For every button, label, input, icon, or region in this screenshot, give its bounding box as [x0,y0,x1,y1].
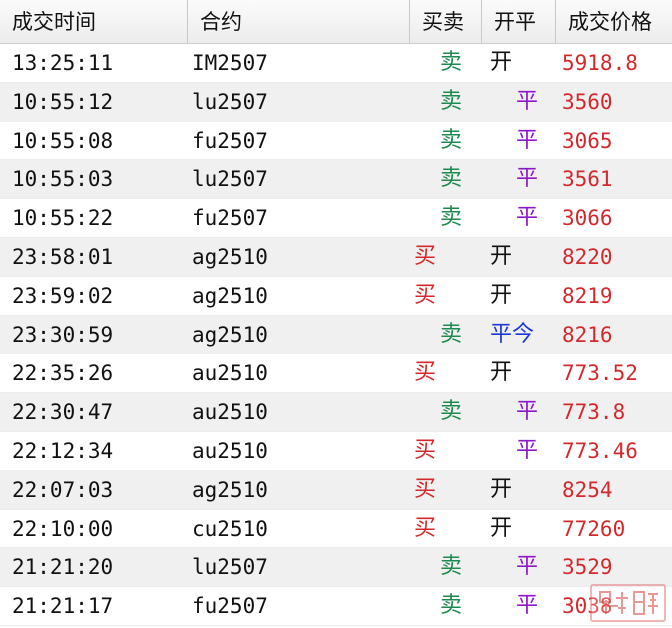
open-close-flag: 平 [516,593,539,619]
trade-price: 773.52 [562,361,638,386]
table-row[interactable]: 21:21:20 lu2507 卖 平 3529 [0,548,672,588]
table-row[interactable]: 23:58:01 ag2510 买 开 8220 [0,237,672,277]
trade-time: 22:10:00 [12,516,114,541]
column-header-buy-sell[interactable]: 买卖 [410,0,482,44]
contract-code: lu2507 [192,555,268,580]
trade-time: 22:12:34 [12,438,114,463]
trade-time: 10:55:22 [12,206,114,231]
open-close-flag: 开 [490,360,513,386]
column-header-price[interactable]: 成交价格 [556,0,672,44]
table-row[interactable]: 10:55:03 lu2507 卖 平 3561 [0,160,672,200]
buy-sell-flag: 卖 [440,88,463,114]
column-header-open-close[interactable]: 开平 [482,0,556,44]
contract-code: ag2510 [192,477,268,502]
contract-code: lu2507 [192,89,268,114]
open-close-flag: 开 [490,243,513,269]
trade-time: 22:35:26 [12,361,114,386]
trade-time: 10:55:03 [12,167,114,192]
open-close-flag: 平 [516,205,539,231]
trade-time: 23:59:02 [12,283,114,308]
table-row[interactable]: 22:35:26 au2510 买 开 773.52 [0,354,672,394]
contract-code: cu2510 [192,516,268,541]
trade-price: 3529 [562,555,613,580]
buy-sell-flag: 买 [414,243,437,269]
buy-sell-flag: 买 [414,515,437,541]
buy-sell-flag: 买 [414,282,437,308]
contract-code: IM2507 [192,51,268,75]
contract-code: ag2510 [192,244,268,269]
trade-price: 8220 [562,244,613,269]
trade-price: 773.8 [562,400,626,425]
contract-code: au2510 [192,361,268,386]
buy-sell-flag: 卖 [440,399,463,425]
column-header-time[interactable]: 成交时间 [0,0,188,44]
table-row[interactable]: 13:25:11 IM2507 卖 开 5918.8 [0,44,672,83]
buy-sell-flag: 卖 [440,554,463,580]
open-close-flag: 平 [516,399,539,425]
trade-price: 5918.8 [562,51,638,75]
open-close-flag: 开 [490,282,513,308]
table-row[interactable]: 22:12:34 au2510 买 平 773.46 [0,432,672,471]
trade-price: 3066 [562,206,613,231]
contract-code: fu2507 [192,206,268,231]
table-row[interactable]: 22:30:47 au2510 卖 平 773.8 [0,393,672,432]
table-row[interactable]: 21:21:17 fu2507 卖平 3038 [0,587,672,626]
table-row[interactable]: 22:07:03 ag2510 买 开 8254 [0,470,672,510]
open-close-flag: 平 [516,127,539,153]
table-row[interactable]: 23:30:59 ag2510 卖 平今 8216 [0,315,672,355]
table-row[interactable]: 10:55:08 fu2507 卖 平 3065 [0,122,672,161]
trade-time: 23:30:59 [12,322,114,347]
open-close-flag: 平 [516,166,539,192]
buy-sell-flag: 买 [414,437,437,463]
trade-price: 8216 [562,322,613,347]
buy-sell-flag: 卖 [440,321,463,347]
contract-code: ag2510 [192,283,268,308]
trade-time: 13:25:11 [12,51,114,75]
open-close-flag: 开 [490,476,513,502]
buy-sell-flag: 卖 [440,205,463,231]
trade-price: 8219 [562,283,613,308]
open-close-flag: 平今 [490,321,535,347]
table-row[interactable]: 10:55:22 fu2507 卖 平 3066 [0,199,672,238]
trade-price: 8254 [562,477,613,502]
open-close-flag: 开 [490,50,513,75]
table-header: 成交时间 合约 买卖 开平 成交价格 [0,0,672,44]
trade-time: 21:21:20 [12,555,114,580]
stamp-logo-icon [590,584,666,622]
trade-price: 3065 [562,128,613,153]
trade-price: 77260 [562,516,626,541]
buy-sell-flag: 买 [414,476,437,502]
column-header-contract[interactable]: 合约 [188,0,410,44]
trade-time: 21:21:17 [12,594,114,619]
trade-time: 10:55:08 [12,128,114,153]
table-row[interactable]: 10:55:12 lu2507 卖 平 3560 [0,82,672,122]
trade-time: 23:58:01 [12,244,114,269]
contract-code: fu2507 [192,128,268,153]
buy-sell-flag: 卖 [440,593,463,619]
trade-records-table: 成交时间 合约 买卖 开平 成交价格 13:25:11 IM2507 卖开 5918.… [0,0,672,626]
table-row[interactable]: 22:10:00 cu2510 买 开 77260 [0,510,672,549]
trade-price: 3560 [562,89,613,114]
trade-time: 10:55:12 [12,89,114,114]
table-body: 13:25:11 IM2507 卖开 5918.8 10:55:12 lu2507 卖平 35… [0,44,672,626]
trade-price: 773.46 [562,438,638,463]
contract-code: ag2510 [192,322,268,347]
contract-code: au2510 [192,400,268,425]
contract-code: lu2507 [192,167,268,192]
trade-time: 22:07:03 [12,477,114,502]
contract-code: au2510 [192,438,268,463]
buy-sell-flag: 卖 [440,50,463,75]
buy-sell-flag: 卖 [440,166,463,192]
trade-time: 22:30:47 [12,400,114,425]
open-close-flag: 平 [516,88,539,114]
open-close-flag: 平 [516,554,539,580]
open-close-flag: 平 [516,437,539,463]
table-row[interactable]: 23:59:02 ag2510 买 开 8219 [0,277,672,316]
buy-sell-flag: 买 [414,360,437,386]
open-close-flag: 开 [490,515,513,541]
trade-price: 3561 [562,167,613,192]
contract-code: fu2507 [192,594,268,619]
buy-sell-flag: 卖 [440,127,463,153]
